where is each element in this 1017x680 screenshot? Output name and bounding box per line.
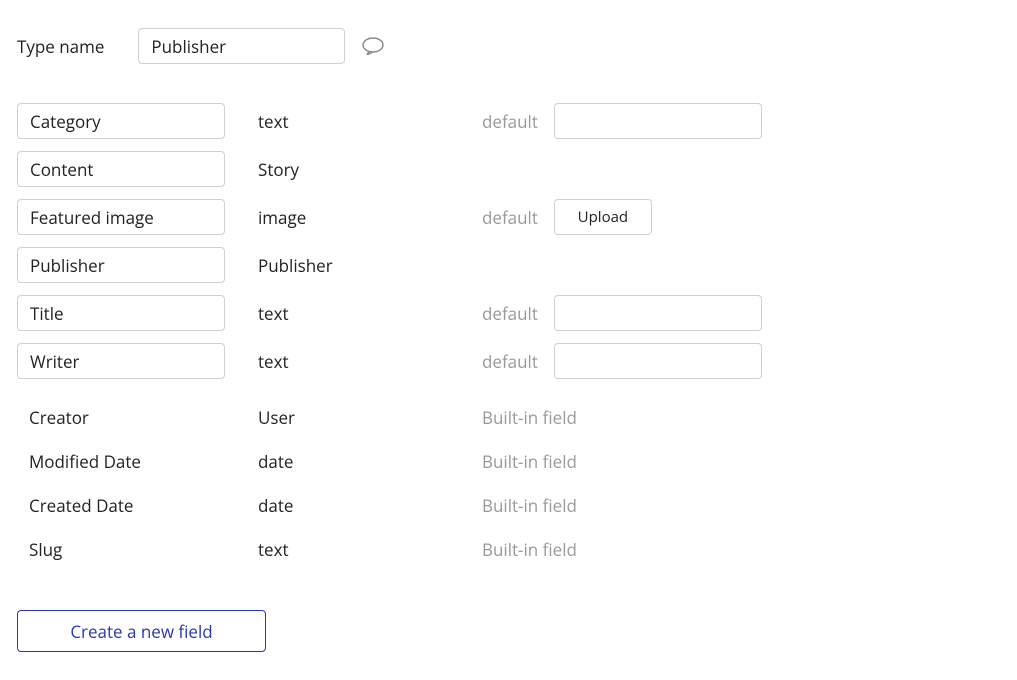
builtin-field-label: Built-in field	[482, 450, 577, 473]
field-row: textdefault	[17, 102, 1000, 140]
builtin-field-type: date	[225, 450, 482, 473]
field-type-label: text	[225, 350, 482, 373]
builtin-field-row: CreatorUserBuilt-in field	[17, 398, 1000, 436]
builtin-field-type: User	[225, 406, 482, 429]
default-value-input[interactable]	[554, 343, 762, 379]
builtin-field-name: Created Date	[17, 494, 225, 517]
default-value-input[interactable]	[554, 103, 762, 139]
builtin-field-label: Built-in field	[482, 494, 577, 517]
field-type-label: text	[225, 302, 482, 325]
field-row: imagedefault Upload	[17, 198, 1000, 236]
builtin-field-name: Creator	[17, 406, 225, 429]
builtin-field-row: Modified DatedateBuilt-in field	[17, 442, 1000, 480]
default-label: default	[482, 110, 538, 133]
field-row: Story	[17, 150, 1000, 188]
default-label: default	[482, 350, 538, 373]
upload-button[interactable]: Upload	[554, 199, 652, 235]
field-name-input[interactable]	[17, 199, 225, 235]
field-row: textdefault	[17, 294, 1000, 332]
field-default-section: default	[482, 103, 762, 139]
default-label: default	[482, 302, 538, 325]
builtin-field-type: date	[225, 494, 482, 517]
default-label: default	[482, 206, 538, 229]
field-name-input[interactable]	[17, 247, 225, 283]
field-name-input[interactable]	[17, 343, 225, 379]
field-row: textdefault	[17, 342, 1000, 380]
default-value-input[interactable]	[554, 295, 762, 331]
comment-icon[interactable]	[361, 37, 385, 55]
type-name-label: Type name	[17, 35, 104, 58]
field-row: Publisher	[17, 246, 1000, 284]
field-name-input[interactable]	[17, 103, 225, 139]
field-type-label: Story	[225, 158, 482, 181]
field-default-section: default	[482, 295, 762, 331]
type-name-input[interactable]	[138, 28, 345, 64]
builtin-field-type: text	[225, 538, 482, 561]
create-new-field-button[interactable]: Create a new field	[17, 610, 266, 652]
builtin-field-label: Built-in field	[482, 406, 577, 429]
field-name-input[interactable]	[17, 151, 225, 187]
builtin-field-name: Slug	[17, 538, 225, 561]
field-default-section: default Upload	[482, 199, 652, 235]
field-type-label: image	[225, 206, 482, 229]
field-default-section: default	[482, 343, 762, 379]
builtin-field-row: SlugtextBuilt-in field	[17, 530, 1000, 568]
builtin-field-row: Created DatedateBuilt-in field	[17, 486, 1000, 524]
field-name-input[interactable]	[17, 295, 225, 331]
field-type-label: Publisher	[225, 254, 482, 277]
field-type-label: text	[225, 110, 482, 133]
builtin-field-label: Built-in field	[482, 538, 577, 561]
builtin-field-name: Modified Date	[17, 450, 225, 473]
